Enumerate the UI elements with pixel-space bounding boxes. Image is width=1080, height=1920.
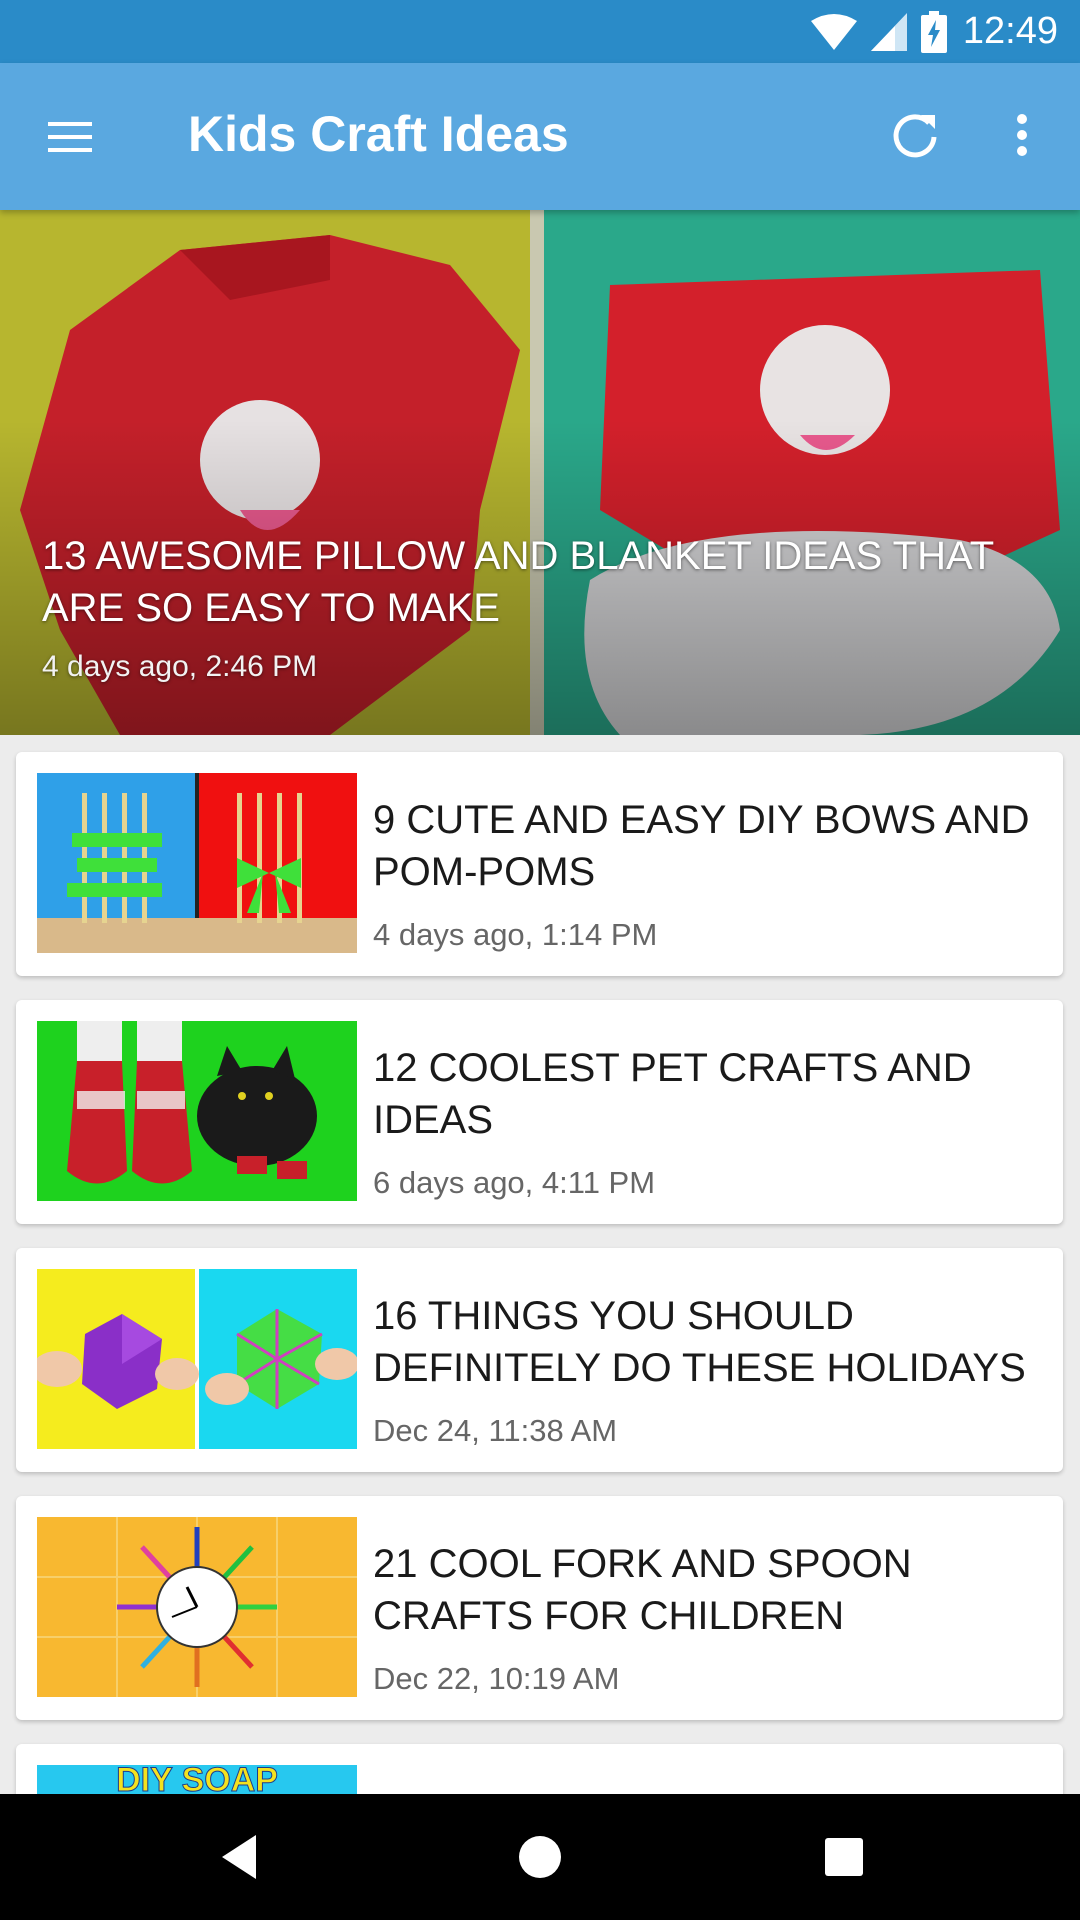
article-thumbnail — [37, 1021, 357, 1201]
article-title: 21 COOL FORK AND SPOON CRAFTS FOR CHILDR… — [373, 1542, 912, 1638]
article-thumbnail — [37, 1517, 357, 1697]
signal-icon — [870, 12, 907, 51]
app-title: Kids Craft Ideas — [188, 106, 569, 162]
more-vert-icon[interactable] — [1002, 105, 1042, 165]
article-date: Dec 24, 11:38 AM — [373, 1413, 618, 1448]
status-bar: 12:49 — [0, 0, 1080, 63]
article-title: 12 COOLEST PET CRAFTS AND IDEAS — [373, 1046, 972, 1142]
article-title: 16 THINGS YOU SHOULD DEFINITELY DO THESE… — [373, 1294, 1026, 1390]
featured-article[interactable]: 13 AWESOME PILLOW AND BLANKET IDEAS THAT… — [0, 210, 1080, 735]
wifi-icon — [810, 13, 857, 51]
article-title: 9 CUTE AND EASY DIY BOWS AND POM-POMS — [373, 798, 1030, 894]
recents-icon[interactable] — [814, 1827, 874, 1887]
article-date: 6 days ago, 4:11 PM — [373, 1165, 656, 1200]
home-icon[interactable] — [510, 1827, 570, 1887]
navigation-bar — [0, 1794, 1080, 1920]
featured-date: 4 days ago, 2:46 PM — [42, 650, 318, 683]
status-time: 12:49 — [962, 10, 1058, 52]
app-bar: Kids Craft Ideas — [0, 63, 1080, 210]
refresh-icon[interactable] — [885, 105, 945, 165]
article-card[interactable]: 9 CUTE AND EASY DIY BOWS AND POM-POMS 4 … — [16, 752, 1063, 976]
article-date: Dec 22, 10:19 AM — [373, 1661, 620, 1696]
menu-icon[interactable] — [40, 107, 100, 167]
article-date: 4 days ago, 1:14 PM — [373, 917, 658, 952]
featured-title: 13 AWESOME PILLOW AND BLANKET IDEAS THAT… — [42, 534, 994, 630]
article-card[interactable]: 21 COOL FORK AND SPOON CRAFTS FOR CHILDR… — [16, 1496, 1063, 1720]
article-thumbnail — [37, 1269, 357, 1449]
article-thumbnail — [37, 773, 357, 953]
back-icon[interactable] — [212, 1827, 272, 1887]
article-card[interactable]: 16 THINGS YOU SHOULD DEFINITELY DO THESE… — [16, 1248, 1063, 1472]
battery-charging-icon — [920, 10, 947, 53]
screen: 12:49 Kids Craft Ideas 13 AWESOME PILLOW… — [0, 0, 1080, 1920]
article-card[interactable]: 12 COOLEST PET CRAFTS AND IDEAS 6 days a… — [16, 1000, 1063, 1224]
